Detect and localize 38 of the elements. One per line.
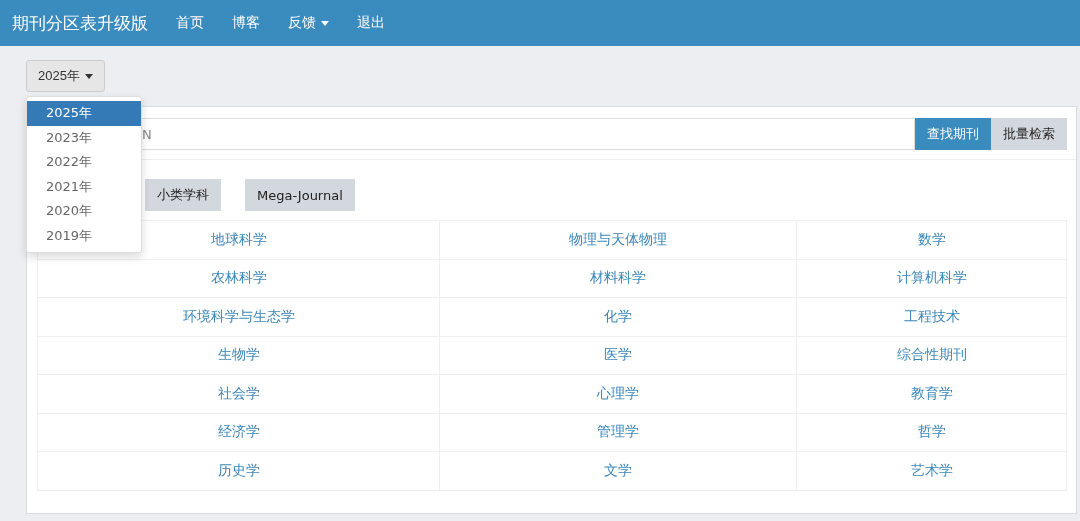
year-option[interactable]: 2019年 bbox=[27, 223, 141, 248]
category-button[interactable]: Mega-Journal bbox=[245, 179, 355, 211]
subject-link[interactable]: 物理与天体物理 bbox=[569, 230, 668, 247]
year-dropdown-button[interactable]: 2025年 bbox=[26, 60, 105, 92]
subject-link[interactable]: 综合性期刊 bbox=[896, 346, 967, 363]
subject-link[interactable]: 教育学 bbox=[910, 384, 953, 401]
subject-link[interactable]: 艺术学 bbox=[910, 461, 953, 478]
subject-link[interactable]: 数学 bbox=[917, 230, 946, 247]
subject-link[interactable]: 社会学 bbox=[217, 384, 260, 401]
brand-title[interactable]: 期刊分区表升级版 bbox=[12, 11, 148, 35]
year-option[interactable]: 2021年 bbox=[27, 174, 141, 199]
subject-link[interactable]: 经济学 bbox=[217, 423, 260, 440]
caret-icon bbox=[321, 20, 329, 26]
subject-link[interactable]: 材料科学 bbox=[590, 269, 647, 286]
subject-link[interactable]: 计算机科学 bbox=[896, 269, 967, 286]
subject-link[interactable]: 医学 bbox=[604, 346, 633, 363]
year-option[interactable]: 2025年 bbox=[27, 101, 141, 126]
subject-link[interactable]: 环境科学与生态学 bbox=[182, 307, 295, 324]
year-option[interactable]: 2022年 bbox=[27, 150, 141, 175]
subject-link[interactable]: 哲学 bbox=[917, 423, 946, 440]
nav-link[interactable]: 退出 bbox=[357, 14, 385, 32]
nav-link[interactable]: 首页 bbox=[176, 14, 204, 32]
subject-link[interactable]: 农林科学 bbox=[210, 269, 267, 286]
caret-icon bbox=[84, 73, 93, 79]
search-button[interactable]: 查找期刊 bbox=[915, 118, 991, 150]
year-option[interactable]: 2020年 bbox=[27, 199, 141, 224]
nav-link[interactable]: 反馈 bbox=[288, 14, 329, 32]
search-button[interactable]: 批量检索 bbox=[991, 118, 1067, 150]
nav-link[interactable]: 博客 bbox=[232, 14, 260, 32]
subject-link[interactable]: 生物学 bbox=[217, 346, 260, 363]
subject-link[interactable]: 心理学 bbox=[597, 384, 640, 401]
subject-link[interactable]: 工程技术 bbox=[903, 307, 960, 324]
category-button[interactable]: 小类学科 bbox=[145, 179, 221, 211]
subject-link[interactable]: 地球科学 bbox=[210, 230, 267, 247]
subject-link[interactable]: 化学 bbox=[604, 307, 633, 324]
subject-link[interactable]: 管理学 bbox=[597, 423, 640, 440]
subject-link[interactable]: 历史学 bbox=[217, 461, 260, 478]
subject-link[interactable]: 文学 bbox=[604, 461, 633, 478]
